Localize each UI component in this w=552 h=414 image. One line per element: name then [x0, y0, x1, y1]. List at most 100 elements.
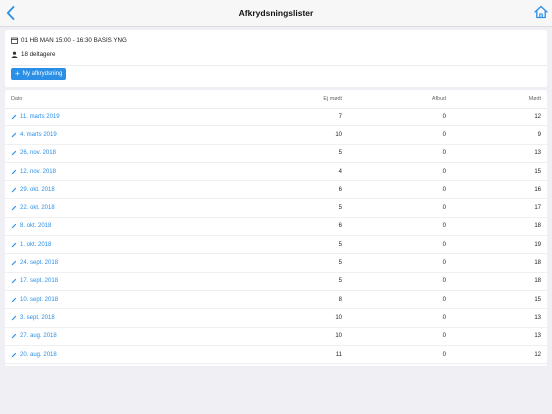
plus-icon: + [15, 69, 20, 78]
row-cancelled: 0 [442, 131, 446, 138]
row-date: 24. sept. 2018 [20, 260, 59, 267]
participants-row: 18 deltagere [11, 51, 55, 58]
pencil-icon [11, 297, 17, 303]
row-cancelled: 0 [442, 241, 446, 248]
pencil-icon [11, 205, 17, 211]
row-cancelled: 0 [442, 223, 446, 230]
pencil-icon [11, 315, 17, 321]
header-absent: Ej mødt [323, 96, 342, 102]
row-cancelled: 0 [442, 113, 446, 120]
table-row[interactable]: 11. marts 2019 7 0 12 [5, 108, 547, 127]
row-date: 11. marts 2019 [20, 113, 60, 120]
row-present: 18 [534, 260, 541, 267]
team-name: 01 HB MAN 15:00 - 16:30 BASIS YNG [21, 37, 127, 44]
table-row[interactable]: 26. nov. 2018 5 0 13 [5, 145, 547, 163]
table-row[interactable]: 29. okt. 2018 6 0 16 [5, 181, 547, 200]
pencil-icon [11, 334, 17, 339]
row-present: 13 [534, 333, 541, 340]
row-date: 3. sept. 2018 [20, 314, 55, 321]
row-date-link[interactable]: 4. marts 2019 [11, 126, 57, 143]
row-date-link[interactable]: 22. okt. 2018 [11, 200, 55, 217]
row-cancelled: 0 [442, 150, 446, 157]
row-absent: 5 [338, 205, 342, 212]
table-row[interactable]: 4. marts 2019 10 0 9 [5, 126, 547, 145]
table-row[interactable]: 1. okt. 2018 5 0 19 [5, 236, 547, 255]
row-absent: 5 [338, 278, 342, 285]
team-row: 01 HB MAN 15:00 - 16:30 BASIS YNG [11, 37, 127, 44]
table-row[interactable]: 10. sept. 2018 8 0 15 [5, 291, 547, 310]
row-date: 10. sept. 2018 [20, 296, 59, 303]
new-checklist-button[interactable]: + Ny afkrydsning [11, 68, 67, 80]
row-absent: 5 [338, 150, 342, 157]
row-date-link[interactable]: 29. okt. 2018 [11, 181, 55, 198]
row-present: 16 [534, 186, 541, 193]
row-absent: 4 [338, 168, 342, 175]
new-checklist-label: Ny afkrydsning [22, 71, 63, 77]
home-button[interactable] [534, 5, 548, 21]
row-cancelled: 0 [442, 168, 446, 175]
table-row[interactable]: 17. sept. 2018 5 0 18 [5, 273, 547, 291]
header-present: Mødt [528, 96, 541, 102]
row-date: 1. okt. 2018 [20, 241, 52, 248]
pencil-icon [11, 187, 17, 193]
row-absent: 6 [338, 186, 342, 193]
table-row[interactable]: 3. sept. 2018 10 0 13 [5, 309, 547, 328]
row-date-link[interactable]: 27. aug. 2018 [11, 328, 57, 345]
row-cancelled: 0 [442, 205, 446, 212]
pencil-icon [11, 169, 17, 174]
table-row[interactable]: 24. sept. 2018 5 0 18 [5, 254, 547, 273]
row-date-link[interactable]: 1. okt. 2018 [11, 236, 51, 253]
table-row[interactable]: 27. aug. 2018 10 0 13 [5, 328, 547, 346]
row-date: 12. nov. 2018 [20, 168, 56, 175]
pencil-icon [11, 224, 17, 229]
row-present: 15 [534, 296, 541, 303]
navigation-bar: Afkrydsningslister [0, 0, 552, 27]
row-absent: 5 [338, 260, 342, 267]
row-absent: 10 [335, 314, 342, 321]
row-date-link[interactable]: 12. nov. 2018 [11, 163, 56, 180]
header-cancelled: Afbud [431, 96, 446, 102]
participants-count: 18 deltagere [21, 51, 56, 58]
row-date-link[interactable]: 3. sept. 2018 [11, 309, 55, 326]
row-date: 27. aug. 2018 [20, 333, 57, 340]
checklist-table: Dato Ej mødt Afbud Mødt 11. marts 2019 7 0… [5, 90, 547, 366]
row-cancelled: 0 [442, 351, 446, 358]
team-info-card: 01 HB MAN 15:00 - 16:30 BASIS YNG 18 del… [5, 30, 547, 87]
row-date-link[interactable]: 17. sept. 2018 [11, 273, 58, 290]
pencil-icon [11, 242, 17, 248]
row-date: 22. okt. 2018 [20, 205, 55, 212]
row-absent: 10 [335, 131, 342, 138]
row-date: 29. okt. 2018 [20, 186, 55, 193]
row-date-link[interactable]: 24. sept. 2018 [11, 254, 58, 271]
table-row[interactable]: 8. okt. 2018 6 0 18 [5, 218, 547, 237]
row-date-link[interactable]: 10. sept. 2018 [11, 291, 58, 308]
row-date-link[interactable]: 26. nov. 2018 [11, 145, 56, 162]
table-row[interactable]: 20. aug. 2018 11 0 12 [5, 346, 547, 365]
row-absent: 8 [338, 296, 342, 303]
row-present: 18 [534, 223, 541, 230]
pencil-icon [11, 260, 17, 266]
row-date: 4. marts 2019 [20, 131, 57, 138]
row-date-link[interactable]: 20. aug. 2018 [11, 346, 57, 363]
pencil-icon [11, 151, 17, 156]
table-row[interactable]: 22. okt. 2018 5 0 17 [5, 200, 547, 218]
row-present: 15 [534, 168, 541, 175]
row-present: 18 [534, 278, 541, 285]
row-present: 19 [534, 241, 541, 248]
row-cancelled: 0 [442, 186, 446, 193]
row-cancelled: 0 [442, 296, 446, 303]
row-absent: 10 [335, 333, 342, 340]
row-date-link[interactable]: 11. marts 2019 [11, 108, 60, 125]
pencil-icon [11, 352, 17, 357]
row-cancelled: 0 [442, 278, 446, 285]
row-date-link[interactable]: 8. okt. 2018 [11, 218, 51, 235]
home-icon [534, 5, 548, 19]
row-cancelled: 0 [442, 333, 446, 340]
row-absent: 5 [338, 241, 342, 248]
row-cancelled: 0 [442, 314, 446, 321]
row-present: 17 [534, 205, 541, 212]
row-present: 9 [537, 131, 541, 138]
row-present: 13 [534, 314, 541, 321]
table-row[interactable]: 12. nov. 2018 4 0 15 [5, 163, 547, 182]
calendar-icon [11, 37, 18, 44]
